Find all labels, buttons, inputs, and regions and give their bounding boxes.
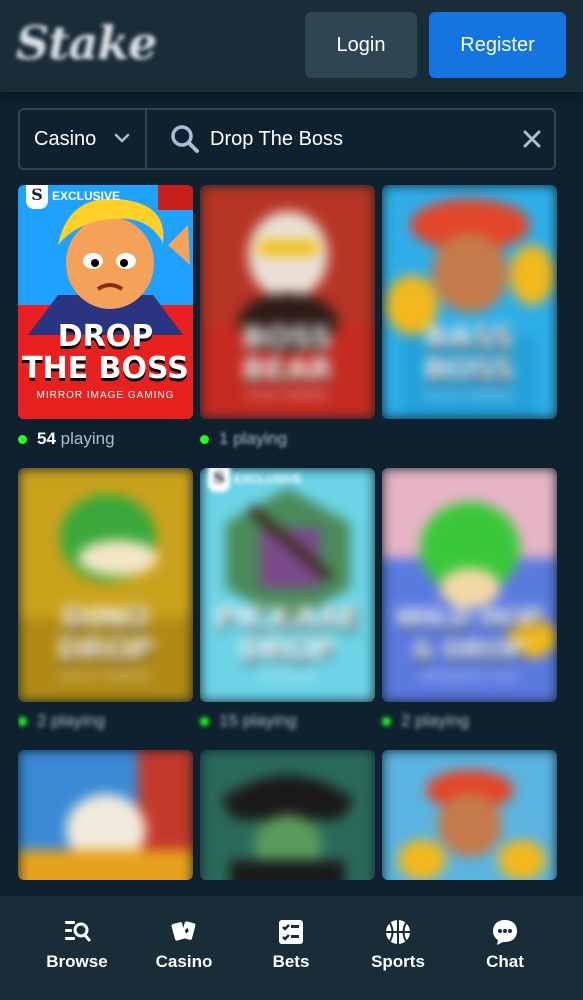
bass-boss-artwork: BASS BOSS RELAX GAMING xyxy=(382,185,557,419)
stake-s-icon: S xyxy=(26,185,48,209)
search-bar: Casino xyxy=(18,108,556,170)
dino-drop-artwork: DINO DROP RELAX GAMING xyxy=(18,468,193,702)
game-title-line2: BOSS xyxy=(424,353,515,388)
game-card-pickaxe-drop[interactable]: PICKAXE DROP HACKSAW S EXCLUSIVE xyxy=(200,468,375,702)
players-count-wild-hop-drop: 2 playing xyxy=(382,710,469,732)
players-suffix: playing xyxy=(242,711,297,730)
close-icon[interactable] xyxy=(520,127,544,151)
players-number: 2 xyxy=(37,711,47,730)
game-card-wild-hop-drop[interactable]: WILD HOP & DROP PRAGMATIC PLAY xyxy=(382,468,557,702)
game-card-bass-boss[interactable]: BASS BOSS RELAX GAMING xyxy=(382,185,557,419)
exclusive-label: EXCLUSIVE xyxy=(234,472,303,486)
top-bar: Stake Login Register xyxy=(0,0,583,92)
nav-casino-label: Casino xyxy=(155,952,213,971)
online-dot-icon xyxy=(382,716,391,726)
pickaxe-drop-artwork: PICKAXE DROP HACKSAW xyxy=(200,468,375,702)
players-count-drop-the-boss: 54 playing xyxy=(18,428,115,450)
register-button[interactable]: Register xyxy=(429,12,566,78)
exclusive-label: EXCLUSIVE xyxy=(52,189,121,203)
nav-browse-label: Browse xyxy=(46,952,108,971)
game-provider: MIRROR IMAGE GAMING xyxy=(36,390,175,401)
game-title-line1: BASS xyxy=(425,321,514,356)
game-provider: HACKSAW xyxy=(258,671,317,682)
search-icon xyxy=(171,125,199,153)
game-title-line2: & DROP xyxy=(412,636,527,666)
game-title-line2: DROP xyxy=(57,633,154,668)
wild-hop-drop-artwork: WILD HOP & DROP PRAGMATIC PLAY xyxy=(382,468,557,702)
game-title-line2: DROP xyxy=(239,633,336,668)
exclusive-badge: S EXCLUSIVE xyxy=(26,185,121,209)
casino-cards-icon xyxy=(171,921,196,941)
game-title-line1: PICKAXE xyxy=(214,601,361,636)
search-divider xyxy=(145,110,147,168)
nav-chat-label: Chat xyxy=(486,952,524,971)
game-provider: PRAGMATIC PLAY xyxy=(419,671,520,682)
chicken-game-artwork xyxy=(18,750,193,880)
browse-icon xyxy=(65,921,91,942)
nav-casino[interactable]: Casino xyxy=(134,918,234,972)
nav-chat[interactable]: Chat xyxy=(455,918,555,972)
fisherman-game-artwork xyxy=(382,750,557,880)
players-suffix: playing xyxy=(60,429,115,448)
online-dot-icon xyxy=(18,716,27,726)
game-provider: RELAX GAMING xyxy=(425,390,514,401)
bottom-nav: Browse Casino Bets Sports Chat xyxy=(0,896,583,1000)
game-title-line2: BEAR xyxy=(242,353,333,388)
game-provider: RELAX GAMING xyxy=(61,671,150,682)
game-title-line1: BOSS xyxy=(242,321,333,356)
game-title-line1: DROP xyxy=(57,319,154,354)
players-count-dino-drop: 2 playing xyxy=(18,710,105,732)
players-suffix: playing xyxy=(233,429,288,448)
players-number: 1 xyxy=(219,429,229,448)
chevron-down-icon xyxy=(114,133,130,143)
game-title-line1: WILD HOP xyxy=(395,604,544,634)
game-title-line1: DINO xyxy=(62,601,149,636)
nav-browse[interactable]: Browse xyxy=(27,918,127,972)
nav-bets[interactable]: Bets xyxy=(241,918,341,972)
chat-bubble-icon xyxy=(493,920,517,945)
game-card-dino-drop[interactable]: DINO DROP RELAX GAMING xyxy=(18,468,193,702)
login-button[interactable]: Login xyxy=(305,12,417,78)
game-grid: S EXCLUSIVE DROP THE BOSS MIRROR IMAGE G… xyxy=(18,185,558,885)
players-number: 54 xyxy=(37,429,56,448)
basketball-icon xyxy=(386,920,410,944)
game-card-boss-bear[interactable]: BOSS BEAR PUSH GAMING xyxy=(200,185,375,419)
category-select[interactable]: Casino xyxy=(20,110,145,168)
game-title-line2: THE BOSS xyxy=(22,351,189,386)
players-number: 15 xyxy=(219,711,238,730)
category-select-label: Casino xyxy=(34,127,97,150)
stake-logo[interactable]: Stake xyxy=(16,16,157,70)
online-dot-icon xyxy=(200,434,209,444)
players-suffix: playing xyxy=(415,711,470,730)
game-card-fisherman[interactable] xyxy=(382,750,557,880)
game-card-chicken[interactable] xyxy=(18,750,193,880)
players-number: 2 xyxy=(401,711,411,730)
online-dot-icon xyxy=(18,434,27,444)
pirate-game-artwork xyxy=(200,750,375,880)
players-suffix: playing xyxy=(51,711,106,730)
stake-s-icon: S xyxy=(208,468,230,492)
nav-bets-label: Bets xyxy=(272,952,310,971)
nav-sports[interactable]: Sports xyxy=(348,918,448,972)
bets-checklist-icon xyxy=(279,920,303,944)
boss-bear-artwork: BOSS BEAR PUSH GAMING xyxy=(200,185,375,419)
online-dot-icon xyxy=(200,716,209,726)
search-input[interactable] xyxy=(210,110,510,168)
game-card-pirate[interactable] xyxy=(200,750,375,880)
exclusive-badge: S EXCLUSIVE xyxy=(208,468,303,492)
nav-sports-label: Sports xyxy=(371,952,425,971)
game-card-drop-the-boss[interactable]: S EXCLUSIVE DROP THE BOSS MIRROR IMAGE G… xyxy=(18,185,193,419)
players-count-boss-bear: 1 playing xyxy=(200,428,287,450)
players-count-pickaxe-drop: 15 playing xyxy=(200,710,297,732)
game-provider: PUSH GAMING xyxy=(246,390,329,401)
